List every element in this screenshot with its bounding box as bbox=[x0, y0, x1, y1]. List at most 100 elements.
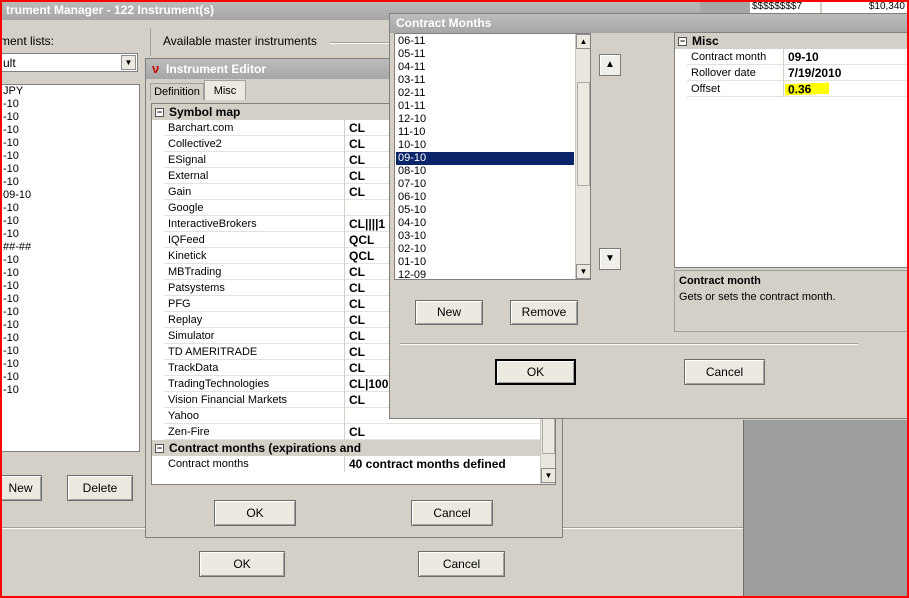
collapse-icon[interactable]: − bbox=[155, 108, 164, 118]
symbol-provider-name: Patsystems bbox=[164, 280, 345, 296]
move-down-button[interactable]: ▼ bbox=[599, 248, 621, 270]
list-scrollbar[interactable]: ▲ ▼ bbox=[575, 34, 590, 279]
contract-months-row[interactable]: Contract months 40 contract months defin… bbox=[164, 456, 540, 472]
collapse-icon[interactable]: − bbox=[155, 444, 164, 454]
contract-ok-button[interactable]: OK bbox=[495, 359, 576, 385]
instrument-list-item[interactable]: JPY bbox=[3, 85, 23, 98]
contract-month-item[interactable]: 03-11 bbox=[396, 74, 574, 87]
instrument-list-item[interactable]: -10 bbox=[3, 150, 19, 163]
delete-instrument-button[interactable]: Delete bbox=[67, 475, 133, 501]
contract-month-item[interactable]: 01-11 bbox=[396, 100, 574, 113]
contract-month-item[interactable]: 03-10 bbox=[396, 230, 574, 243]
instrument-list-select[interactable]: ult ▼ bbox=[0, 53, 138, 72]
property-value[interactable]: 09-10 bbox=[785, 49, 905, 65]
property-value[interactable]: 0.36 bbox=[785, 80, 829, 98]
contract-month-item[interactable]: 02-10 bbox=[396, 243, 574, 256]
contract-month-item[interactable]: 06-10 bbox=[396, 191, 574, 204]
editor-cancel-button[interactable]: Cancel bbox=[411, 500, 493, 526]
instrument-list-item[interactable]: -10 bbox=[3, 345, 19, 358]
contract-cancel-button[interactable]: Cancel bbox=[684, 359, 765, 385]
property-row[interactable]: Rollover date 7/19/2010 bbox=[687, 65, 907, 81]
instrument-list-item[interactable]: -10 bbox=[3, 137, 19, 150]
symbol-provider-name: Gain bbox=[164, 184, 345, 200]
symbol-provider-name: Collective2 bbox=[164, 136, 345, 152]
instrument-list-item[interactable]: -10 bbox=[3, 124, 19, 137]
contract-month-item[interactable]: 02-11 bbox=[396, 87, 574, 100]
contract-month-item[interactable]: 07-10 bbox=[396, 178, 574, 191]
instrument-list-item[interactable]: -10 bbox=[3, 384, 19, 397]
contract-month-item[interactable]: 10-10 bbox=[396, 139, 574, 152]
instrument-list-item[interactable]: -10 bbox=[3, 215, 19, 228]
instrument-listbox[interactable]: JPY -10 -10 -10 -10 -10 -10 -10 09-10 -10 -10 -10 ##… bbox=[0, 84, 140, 452]
property-grid[interactable]: − Misc Contract month 09-10 Rollover date 7/… bbox=[674, 32, 908, 268]
remove-month-button[interactable]: Remove bbox=[510, 300, 578, 325]
contract-month-item[interactable]: 12-10 bbox=[396, 113, 574, 126]
instrument-list-item[interactable]: -10 bbox=[3, 319, 19, 332]
divider bbox=[563, 527, 743, 529]
manager-ok-button[interactable]: OK bbox=[199, 551, 285, 577]
property-row[interactable]: Offset 0.36 bbox=[687, 80, 907, 98]
instrument-list-item[interactable]: -10 bbox=[3, 293, 19, 306]
editor-ok-button[interactable]: OK bbox=[214, 500, 296, 526]
new-month-button[interactable]: New bbox=[415, 300, 483, 325]
contract-months-value: 40 contract months defined bbox=[349, 457, 506, 471]
instrument-list-item[interactable]: -10 bbox=[3, 358, 19, 371]
top-right-value-1: $$$$$$$$7 bbox=[750, 0, 820, 14]
instrument-list-item[interactable]: -10 bbox=[3, 267, 19, 280]
instrument-editor-title: Instrument Editor bbox=[166, 62, 267, 76]
contract-months-category: − Contract months (expirations and bbox=[152, 440, 540, 456]
contract-month-item[interactable]: 06-11 bbox=[396, 35, 574, 48]
symbol-map-row[interactable]: Zen-Fire CL bbox=[164, 424, 540, 440]
contract-month-item[interactable]: 12-09 bbox=[396, 269, 574, 279]
symbol-provider-name: External bbox=[164, 168, 345, 184]
contract-months-listbox[interactable]: 06-11 05-11 04-11 03-11 02-11 01-11 12-10 11-10… bbox=[394, 33, 591, 280]
instrument-list-item[interactable]: -10 bbox=[3, 111, 19, 124]
contract-month-item[interactable]: 05-10 bbox=[396, 204, 574, 217]
move-up-button[interactable]: ▲ bbox=[599, 54, 621, 76]
collapse-icon[interactable]: − bbox=[678, 37, 687, 47]
instrument-list-item[interactable]: -10 bbox=[3, 280, 19, 293]
instrument-list-item[interactable]: -10 bbox=[3, 228, 19, 241]
scroll-down-icon[interactable]: ▼ bbox=[576, 264, 590, 279]
symbol-provider-name: MBTrading bbox=[164, 264, 345, 280]
contract-month-item[interactable]: 05-11 bbox=[396, 48, 574, 61]
property-name: Rollover date bbox=[687, 65, 784, 81]
contract-month-item[interactable]: 04-10 bbox=[396, 217, 574, 230]
scrollbar-thumb[interactable] bbox=[577, 82, 590, 186]
contract-month-item[interactable]: 09-10 bbox=[396, 152, 574, 165]
symbol-provider-name: Google bbox=[164, 200, 345, 216]
instrument-list-item[interactable]: -10 bbox=[3, 254, 19, 267]
tab-misc[interactable]: Misc bbox=[204, 80, 246, 100]
instrument-list-item[interactable]: -10 bbox=[3, 332, 19, 345]
symbol-provider-name: ESignal bbox=[164, 152, 345, 168]
instrument-list-item[interactable]: -10 bbox=[3, 306, 19, 319]
instrument-list-item[interactable]: ##-## bbox=[3, 241, 31, 254]
property-description: Contract month Gets or sets the contract… bbox=[674, 270, 908, 332]
contract-month-item[interactable]: 01-10 bbox=[396, 256, 574, 269]
new-instrument-button[interactable]: New bbox=[0, 475, 42, 501]
scroll-up-icon[interactable]: ▲ bbox=[576, 34, 590, 49]
symbol-provider-name: Simulator bbox=[164, 328, 345, 344]
symbol-provider-name: TrackData bbox=[164, 360, 345, 376]
instrument-list-item[interactable]: -10 bbox=[3, 371, 19, 384]
scroll-down-icon[interactable]: ▼ bbox=[541, 468, 555, 483]
symbol-provider-name: InteractiveBrokers bbox=[164, 216, 345, 232]
manager-cancel-button[interactable]: Cancel bbox=[418, 551, 505, 577]
instrument-list-item[interactable]: -10 bbox=[3, 176, 19, 189]
instrument-lists-label: ment lists: bbox=[0, 34, 55, 48]
property-value[interactable]: 7/19/2010 bbox=[785, 65, 905, 81]
chevron-down-icon[interactable]: ▼ bbox=[121, 55, 136, 70]
contract-month-item[interactable]: 08-10 bbox=[396, 165, 574, 178]
instrument-list-item[interactable]: -10 bbox=[3, 98, 19, 111]
property-row[interactable]: Contract month 09-10 bbox=[687, 49, 907, 65]
instrument-list-item[interactable]: 09-10 bbox=[3, 189, 31, 202]
instrument-list-item[interactable]: -10 bbox=[3, 163, 19, 176]
symbol-provider-name: TradingTechnologies bbox=[164, 376, 345, 392]
contract-month-item[interactable]: 04-11 bbox=[396, 61, 574, 74]
tab-definition[interactable]: Definition bbox=[150, 83, 204, 100]
symbol-provider-name: Zen-Fire bbox=[164, 424, 345, 440]
misc-header: Misc bbox=[692, 34, 719, 48]
symbol-value[interactable]: CL bbox=[346, 424, 540, 440]
instrument-list-item[interactable]: -10 bbox=[3, 202, 19, 215]
contract-month-item[interactable]: 11-10 bbox=[396, 126, 574, 139]
